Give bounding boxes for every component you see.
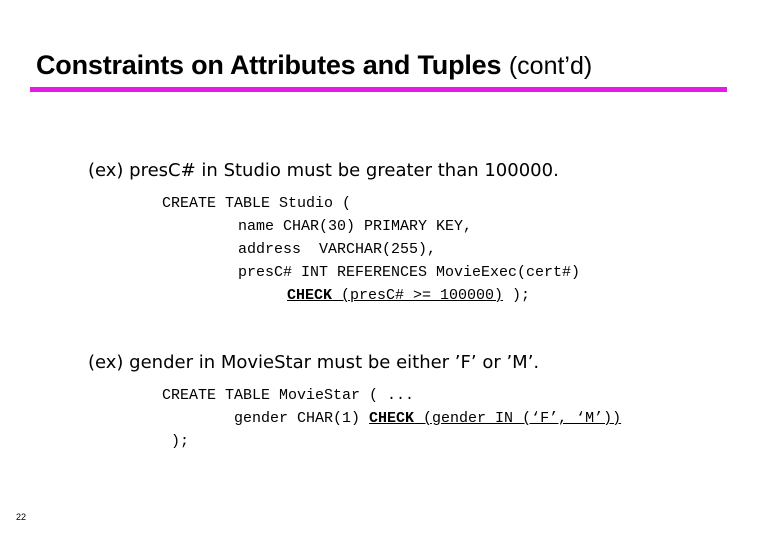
example1-code-check-line: CHECK (presC# >= 100000) ); [287, 284, 530, 307]
example1-code-line4: presC# INT REFERENCES MovieExec(cert#) [238, 264, 581, 281]
slide-title-suffix: (cont’d) [508, 52, 593, 80]
example2-check-condition: (gender IN (‘F’, ‘M’)) [414, 410, 622, 427]
slide-title-main: Constraints on Attributes and Tuples [36, 50, 502, 80]
page-number: 22 [16, 512, 27, 522]
example1-check-keyword: CHECK [287, 287, 333, 304]
slide-title: Constraints on Attributes and Tuples (co… [36, 50, 592, 81]
example2-code-check-line: gender CHAR(1) CHECK (gender IN (‘F’, ‘M… [234, 407, 621, 430]
example2-check-keyword: CHECK [369, 410, 415, 427]
example2-description: (ex) gender in MovieStar must be either … [88, 352, 540, 373]
example2-code-line3: ); [171, 433, 190, 450]
example1-code-line1: CREATE TABLE Studio ( [162, 195, 352, 212]
example2-line2-prefix: gender CHAR(1) [234, 410, 370, 427]
example1-code-line3: address VARCHAR(255), [238, 241, 437, 258]
example1-code-line2: name CHAR(30) PRIMARY KEY, [238, 218, 473, 235]
example2-code-line1: CREATE TABLE MovieStar ( ... [162, 387, 415, 404]
example1-check-condition: (presC# >= 100000) [332, 287, 504, 304]
example1-description: (ex) presC# in Studio must be greater th… [88, 160, 559, 181]
example1-check-tail: ); [503, 287, 531, 304]
title-underline-divider [30, 87, 727, 92]
